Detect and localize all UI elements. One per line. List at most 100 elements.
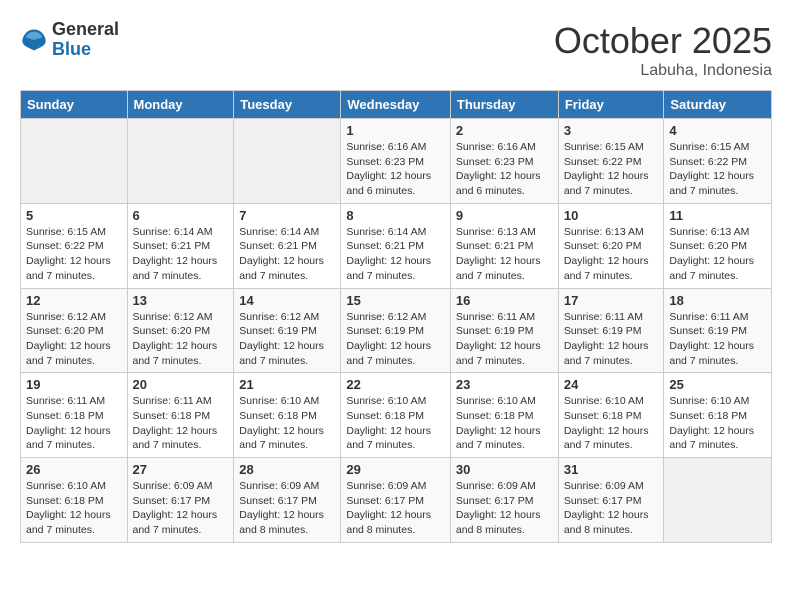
day-info: Sunrise: 6:10 AM Sunset: 6:18 PM Dayligh… [26,479,122,538]
calendar-table: SundayMondayTuesdayWednesdayThursdayFrid… [20,90,772,543]
day-info: Sunrise: 6:09 AM Sunset: 6:17 PM Dayligh… [456,479,553,538]
day-number: 5 [26,208,122,223]
day-number: 31 [564,462,659,477]
calendar-cell: 5 Sunrise: 6:15 AM Sunset: 6:22 PM Daylig… [21,203,128,288]
day-number: 30 [456,462,553,477]
day-number: 11 [669,208,766,223]
day-info: Sunrise: 6:16 AM Sunset: 6:23 PM Dayligh… [456,140,553,199]
day-number: 10 [564,208,659,223]
day-number: 25 [669,377,766,392]
calendar-cell: 30 Sunrise: 6:09 AM Sunset: 6:17 PM Dayli… [450,458,558,543]
logo-blue: Blue [52,40,119,60]
calendar-header-friday: Friday [558,91,664,119]
logo-text: General Blue [52,20,119,60]
day-number: 23 [456,377,553,392]
day-info: Sunrise: 6:13 AM Sunset: 6:20 PM Dayligh… [564,225,659,284]
calendar-week-row: 5 Sunrise: 6:15 AM Sunset: 6:22 PM Daylig… [21,203,772,288]
day-info: Sunrise: 6:15 AM Sunset: 6:22 PM Dayligh… [26,225,122,284]
calendar-cell: 9 Sunrise: 6:13 AM Sunset: 6:21 PM Daylig… [450,203,558,288]
day-number: 17 [564,293,659,308]
day-info: Sunrise: 6:14 AM Sunset: 6:21 PM Dayligh… [133,225,229,284]
calendar-cell: 2 Sunrise: 6:16 AM Sunset: 6:23 PM Daylig… [450,119,558,204]
calendar-cell: 25 Sunrise: 6:10 AM Sunset: 6:18 PM Dayli… [664,373,772,458]
day-number: 20 [133,377,229,392]
calendar-header-tuesday: Tuesday [234,91,341,119]
day-number: 24 [564,377,659,392]
calendar-cell: 14Sunrise: 6:12 AM Sunset: 6:19 PM Dayli… [234,288,341,373]
day-info: Sunrise: 6:15 AM Sunset: 6:22 PM Dayligh… [669,140,766,199]
day-number: 26 [26,462,122,477]
day-number: 22 [346,377,445,392]
day-number: 16 [456,293,553,308]
day-number: 14 [239,293,335,308]
calendar-header-sunday: Sunday [21,91,128,119]
calendar-cell: 20Sunrise: 6:11 AM Sunset: 6:18 PM Dayli… [127,373,234,458]
calendar-cell: 15 Sunrise: 6:12 AM Sunset: 6:19 PM Dayli… [341,288,451,373]
day-number: 6 [133,208,229,223]
day-info: Sunrise: 6:10 AM Sunset: 6:18 PM Dayligh… [456,394,553,453]
calendar-week-row: 26 Sunrise: 6:10 AM Sunset: 6:18 PM Dayli… [21,458,772,543]
day-number: 1 [346,123,445,138]
day-number: 13 [133,293,229,308]
calendar-cell: 10 Sunrise: 6:13 AM Sunset: 6:20 PM Dayli… [558,203,664,288]
day-info: Sunrise: 6:12 AM Sunset: 6:20 PM Dayligh… [26,310,122,369]
calendar-cell: 1 Sunrise: 6:16 AM Sunset: 6:23 PM Daylig… [341,119,451,204]
day-info: Sunrise: 6:14 AM Sunset: 6:21 PM Dayligh… [239,225,335,284]
calendar-header-row: SundayMondayTuesdayWednesdayThursdayFrid… [21,91,772,119]
calendar-cell: 18 Sunrise: 6:11 AM Sunset: 6:19 PM Dayli… [664,288,772,373]
calendar-cell: 29Sunrise: 6:09 AM Sunset: 6:17 PM Dayli… [341,458,451,543]
page-header: General Blue October 2025 Labuha, Indone… [20,20,772,80]
calendar-cell: 3 Sunrise: 6:15 AM Sunset: 6:22 PM Daylig… [558,119,664,204]
day-number: 3 [564,123,659,138]
day-info: Sunrise: 6:11 AM Sunset: 6:19 PM Dayligh… [456,310,553,369]
day-info: Sunrise: 6:11 AM Sunset: 6:19 PM Dayligh… [669,310,766,369]
calendar-cell: 19Sunrise: 6:11 AM Sunset: 6:18 PM Dayli… [21,373,128,458]
day-info: Sunrise: 6:14 AM Sunset: 6:21 PM Dayligh… [346,225,445,284]
day-info: Sunrise: 6:13 AM Sunset: 6:21 PM Dayligh… [456,225,553,284]
day-info: Sunrise: 6:09 AM Sunset: 6:17 PM Dayligh… [133,479,229,538]
calendar-cell: 6 Sunrise: 6:14 AM Sunset: 6:21 PM Daylig… [127,203,234,288]
calendar-header-thursday: Thursday [450,91,558,119]
day-number: 19 [26,377,122,392]
calendar-week-row: 12Sunrise: 6:12 AM Sunset: 6:20 PM Dayli… [21,288,772,373]
day-info: Sunrise: 6:10 AM Sunset: 6:18 PM Dayligh… [346,394,445,453]
calendar-header-wednesday: Wednesday [341,91,451,119]
day-info: Sunrise: 6:13 AM Sunset: 6:20 PM Dayligh… [669,225,766,284]
title-section: October 2025 Labuha, Indonesia [554,20,772,80]
calendar-header-saturday: Saturday [664,91,772,119]
calendar-cell: 24 Sunrise: 6:10 AM Sunset: 6:18 PM Dayli… [558,373,664,458]
month-title: October 2025 [554,20,772,62]
day-info: Sunrise: 6:09 AM Sunset: 6:17 PM Dayligh… [346,479,445,538]
day-info: Sunrise: 6:10 AM Sunset: 6:18 PM Dayligh… [239,394,335,453]
calendar-header-monday: Monday [127,91,234,119]
day-number: 2 [456,123,553,138]
calendar-cell: 12Sunrise: 6:12 AM Sunset: 6:20 PM Dayli… [21,288,128,373]
day-number: 21 [239,377,335,392]
day-number: 9 [456,208,553,223]
calendar-cell: 8 Sunrise: 6:14 AM Sunset: 6:21 PM Daylig… [341,203,451,288]
day-info: Sunrise: 6:10 AM Sunset: 6:18 PM Dayligh… [564,394,659,453]
logo: General Blue [20,20,119,60]
day-number: 4 [669,123,766,138]
day-number: 8 [346,208,445,223]
calendar-cell: 17 Sunrise: 6:11 AM Sunset: 6:19 PM Dayli… [558,288,664,373]
calendar-cell: 26 Sunrise: 6:10 AM Sunset: 6:18 PM Dayli… [21,458,128,543]
day-number: 15 [346,293,445,308]
calendar-cell: 13 Sunrise: 6:12 AM Sunset: 6:20 PM Dayli… [127,288,234,373]
calendar-cell [664,458,772,543]
day-info: Sunrise: 6:11 AM Sunset: 6:19 PM Dayligh… [564,310,659,369]
day-info: Sunrise: 6:10 AM Sunset: 6:18 PM Dayligh… [669,394,766,453]
day-info: Sunrise: 6:15 AM Sunset: 6:22 PM Dayligh… [564,140,659,199]
day-number: 28 [239,462,335,477]
calendar-cell [234,119,341,204]
calendar-cell: 27 Sunrise: 6:09 AM Sunset: 6:17 PM Dayli… [127,458,234,543]
calendar-cell: 28Sunrise: 6:09 AM Sunset: 6:17 PM Dayli… [234,458,341,543]
day-info: Sunrise: 6:12 AM Sunset: 6:19 PM Dayligh… [346,310,445,369]
day-number: 27 [133,462,229,477]
calendar-week-row: 19Sunrise: 6:11 AM Sunset: 6:18 PM Dayli… [21,373,772,458]
calendar-cell: 4 Sunrise: 6:15 AM Sunset: 6:22 PM Daylig… [664,119,772,204]
day-info: Sunrise: 6:12 AM Sunset: 6:20 PM Dayligh… [133,310,229,369]
day-number: 18 [669,293,766,308]
calendar-cell [21,119,128,204]
day-info: Sunrise: 6:16 AM Sunset: 6:23 PM Dayligh… [346,140,445,199]
